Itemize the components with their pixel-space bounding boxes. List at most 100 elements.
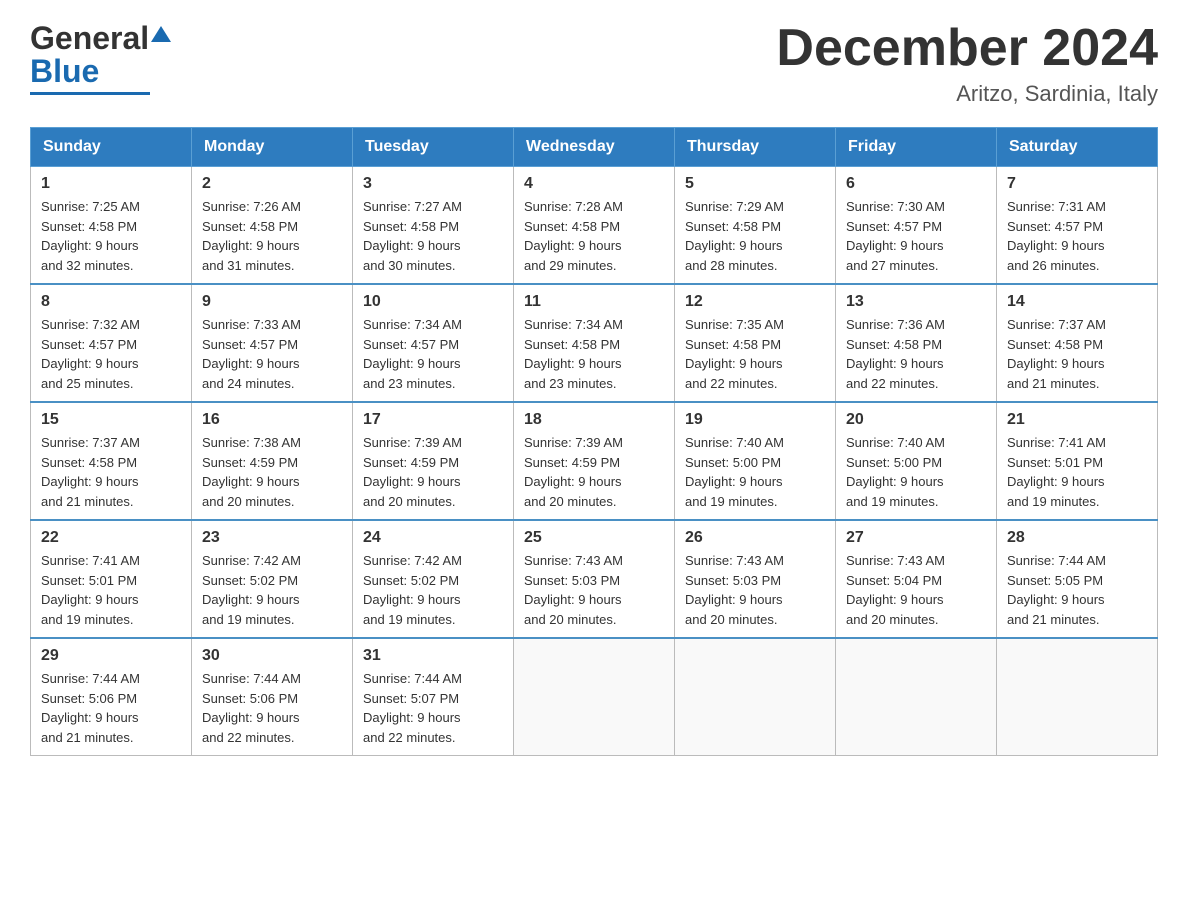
calendar-cell: 28 Sunrise: 7:44 AMSunset: 5:05 PMDayligh… bbox=[997, 520, 1158, 638]
logo-triangle-icon bbox=[151, 26, 171, 42]
day-number: 20 bbox=[846, 411, 986, 429]
logo-underline bbox=[30, 92, 150, 95]
calendar-cell: 9 Sunrise: 7:33 AMSunset: 4:57 PMDaylight… bbox=[192, 284, 353, 402]
day-info: Sunrise: 7:44 AMSunset: 5:05 PMDaylight:… bbox=[1007, 551, 1147, 629]
day-number: 3 bbox=[363, 175, 503, 193]
day-number: 31 bbox=[363, 647, 503, 665]
day-info: Sunrise: 7:39 AMSunset: 4:59 PMDaylight:… bbox=[524, 433, 664, 511]
day-number: 5 bbox=[685, 175, 825, 193]
day-info: Sunrise: 7:41 AMSunset: 5:01 PMDaylight:… bbox=[1007, 433, 1147, 511]
day-info: Sunrise: 7:38 AMSunset: 4:59 PMDaylight:… bbox=[202, 433, 342, 511]
subtitle: Aritzo, Sardinia, Italy bbox=[776, 81, 1158, 107]
calendar-cell: 3Sunrise: 7:27 AMSunset: 4:58 PMDaylight… bbox=[353, 167, 514, 285]
calendar-cell: 26Sunrise: 7:43 AMSunset: 5:03 PMDayligh… bbox=[675, 520, 836, 638]
day-number: 13 bbox=[846, 293, 986, 311]
calendar-cell: 2 Sunrise: 7:26 AMSunset: 4:58 PMDaylight… bbox=[192, 167, 353, 285]
calendar-week-row: 29 Sunrise: 7:44 AMSunset: 5:06 PMDayligh… bbox=[31, 638, 1158, 756]
calendar-cell: 22 Sunrise: 7:41 AMSunset: 5:01 PMDayligh… bbox=[31, 520, 192, 638]
calendar-cell: 30Sunrise: 7:44 AMSunset: 5:06 PMDayligh… bbox=[192, 638, 353, 756]
calendar-cell bbox=[836, 638, 997, 756]
day-info: Sunrise: 7:32 AMSunset: 4:57 PMDaylight:… bbox=[41, 315, 181, 393]
calendar-header-saturday: Saturday bbox=[997, 128, 1158, 167]
calendar-header-monday: Monday bbox=[192, 128, 353, 167]
day-info: Sunrise: 7:31 AMSunset: 4:57 PMDaylight:… bbox=[1007, 197, 1147, 275]
calendar-cell: 13 Sunrise: 7:36 AMSunset: 4:58 PMDayligh… bbox=[836, 284, 997, 402]
day-info: Sunrise: 7:41 AMSunset: 5:01 PMDaylight:… bbox=[41, 551, 181, 629]
calendar-cell: 17 Sunrise: 7:39 AMSunset: 4:59 PMDayligh… bbox=[353, 402, 514, 520]
day-number: 4 bbox=[524, 175, 664, 193]
day-info: Sunrise: 7:44 AMSunset: 5:06 PMDaylight:… bbox=[202, 669, 342, 747]
main-title: December 2024 bbox=[776, 20, 1158, 77]
day-info: Sunrise: 7:43 AMSunset: 5:04 PMDaylight:… bbox=[846, 551, 986, 629]
calendar-cell bbox=[514, 638, 675, 756]
calendar-cell: 7 Sunrise: 7:31 AMSunset: 4:57 PMDaylight… bbox=[997, 167, 1158, 285]
day-info: Sunrise: 7:33 AMSunset: 4:57 PMDaylight:… bbox=[202, 315, 342, 393]
day-info: Sunrise: 7:43 AMSunset: 5:03 PMDaylight:… bbox=[685, 551, 825, 629]
calendar-cell: 1Sunrise: 7:25 AMSunset: 4:58 PMDaylight… bbox=[31, 167, 192, 285]
calendar-cell: 12 Sunrise: 7:35 AMSunset: 4:58 PMDayligh… bbox=[675, 284, 836, 402]
calendar-cell: 27 Sunrise: 7:43 AMSunset: 5:04 PMDayligh… bbox=[836, 520, 997, 638]
calendar-header-friday: Friday bbox=[836, 128, 997, 167]
day-number: 2 bbox=[202, 175, 342, 193]
calendar-cell: 5 Sunrise: 7:29 AMSunset: 4:58 PMDaylight… bbox=[675, 167, 836, 285]
day-info: Sunrise: 7:37 AMSunset: 4:58 PMDaylight:… bbox=[1007, 315, 1147, 393]
calendar-cell: 15 Sunrise: 7:37 AMSunset: 4:58 PMDayligh… bbox=[31, 402, 192, 520]
day-info: Sunrise: 7:34 AMSunset: 4:57 PMDaylight:… bbox=[363, 315, 503, 393]
calendar-header-tuesday: Tuesday bbox=[353, 128, 514, 167]
day-number: 12 bbox=[685, 293, 825, 311]
logo-general-text: General bbox=[30, 20, 149, 57]
calendar-header-thursday: Thursday bbox=[675, 128, 836, 167]
day-number: 29 bbox=[41, 647, 181, 665]
day-info: Sunrise: 7:42 AMSunset: 5:02 PMDaylight:… bbox=[202, 551, 342, 629]
calendar-cell: 23 Sunrise: 7:42 AMSunset: 5:02 PMDayligh… bbox=[192, 520, 353, 638]
calendar-cell: 20Sunrise: 7:40 AMSunset: 5:00 PMDayligh… bbox=[836, 402, 997, 520]
calendar-week-row: 22 Sunrise: 7:41 AMSunset: 5:01 PMDayligh… bbox=[31, 520, 1158, 638]
day-info: Sunrise: 7:42 AMSunset: 5:02 PMDaylight:… bbox=[363, 551, 503, 629]
calendar-cell: 25 Sunrise: 7:43 AMSunset: 5:03 PMDayligh… bbox=[514, 520, 675, 638]
day-number: 28 bbox=[1007, 529, 1147, 547]
day-number: 21 bbox=[1007, 411, 1147, 429]
calendar-table: SundayMondayTuesdayWednesdayThursdayFrid… bbox=[30, 127, 1158, 756]
day-number: 9 bbox=[202, 293, 342, 311]
day-number: 17 bbox=[363, 411, 503, 429]
day-number: 24 bbox=[363, 529, 503, 547]
calendar-header-sunday: Sunday bbox=[31, 128, 192, 167]
calendar-cell: 8 Sunrise: 7:32 AMSunset: 4:57 PMDaylight… bbox=[31, 284, 192, 402]
day-info: Sunrise: 7:37 AMSunset: 4:58 PMDaylight:… bbox=[41, 433, 181, 511]
calendar-cell bbox=[675, 638, 836, 756]
calendar-header-row: SundayMondayTuesdayWednesdayThursdayFrid… bbox=[31, 128, 1158, 167]
day-number: 15 bbox=[41, 411, 181, 429]
calendar-cell: 21 Sunrise: 7:41 AMSunset: 5:01 PMDayligh… bbox=[997, 402, 1158, 520]
calendar-week-row: 8 Sunrise: 7:32 AMSunset: 4:57 PMDaylight… bbox=[31, 284, 1158, 402]
day-info: Sunrise: 7:34 AMSunset: 4:58 PMDaylight:… bbox=[524, 315, 664, 393]
day-number: 19 bbox=[685, 411, 825, 429]
day-number: 7 bbox=[1007, 175, 1147, 193]
calendar-cell: 29Sunrise: 7:44 AMSunset: 5:06 PMDayligh… bbox=[31, 638, 192, 756]
day-number: 23 bbox=[202, 529, 342, 547]
day-number: 6 bbox=[846, 175, 986, 193]
page-header: General Blue December 2024 Aritzo, Sardi… bbox=[30, 20, 1158, 107]
day-number: 18 bbox=[524, 411, 664, 429]
day-number: 27 bbox=[846, 529, 986, 547]
logo: General Blue bbox=[30, 20, 171, 95]
calendar-cell: 16Sunrise: 7:38 AMSunset: 4:59 PMDayligh… bbox=[192, 402, 353, 520]
day-info: Sunrise: 7:39 AMSunset: 4:59 PMDaylight:… bbox=[363, 433, 503, 511]
day-info: Sunrise: 7:28 AMSunset: 4:58 PMDaylight:… bbox=[524, 197, 664, 275]
day-number: 8 bbox=[41, 293, 181, 311]
day-info: Sunrise: 7:35 AMSunset: 4:58 PMDaylight:… bbox=[685, 315, 825, 393]
day-info: Sunrise: 7:36 AMSunset: 4:58 PMDaylight:… bbox=[846, 315, 986, 393]
calendar-cell: 6Sunrise: 7:30 AMSunset: 4:57 PMDaylight… bbox=[836, 167, 997, 285]
calendar-cell: 31 Sunrise: 7:44 AMSunset: 5:07 PMDayligh… bbox=[353, 638, 514, 756]
day-number: 25 bbox=[524, 529, 664, 547]
calendar-cell bbox=[997, 638, 1158, 756]
day-info: Sunrise: 7:43 AMSunset: 5:03 PMDaylight:… bbox=[524, 551, 664, 629]
day-info: Sunrise: 7:26 AMSunset: 4:58 PMDaylight:… bbox=[202, 197, 342, 275]
day-info: Sunrise: 7:29 AMSunset: 4:58 PMDaylight:… bbox=[685, 197, 825, 275]
day-number: 22 bbox=[41, 529, 181, 547]
day-info: Sunrise: 7:44 AMSunset: 5:07 PMDaylight:… bbox=[363, 669, 503, 747]
day-number: 10 bbox=[363, 293, 503, 311]
calendar-week-row: 15 Sunrise: 7:37 AMSunset: 4:58 PMDayligh… bbox=[31, 402, 1158, 520]
day-number: 11 bbox=[524, 293, 664, 311]
day-info: Sunrise: 7:25 AMSunset: 4:58 PMDaylight:… bbox=[41, 197, 181, 275]
calendar-week-row: 1Sunrise: 7:25 AMSunset: 4:58 PMDaylight… bbox=[31, 167, 1158, 285]
